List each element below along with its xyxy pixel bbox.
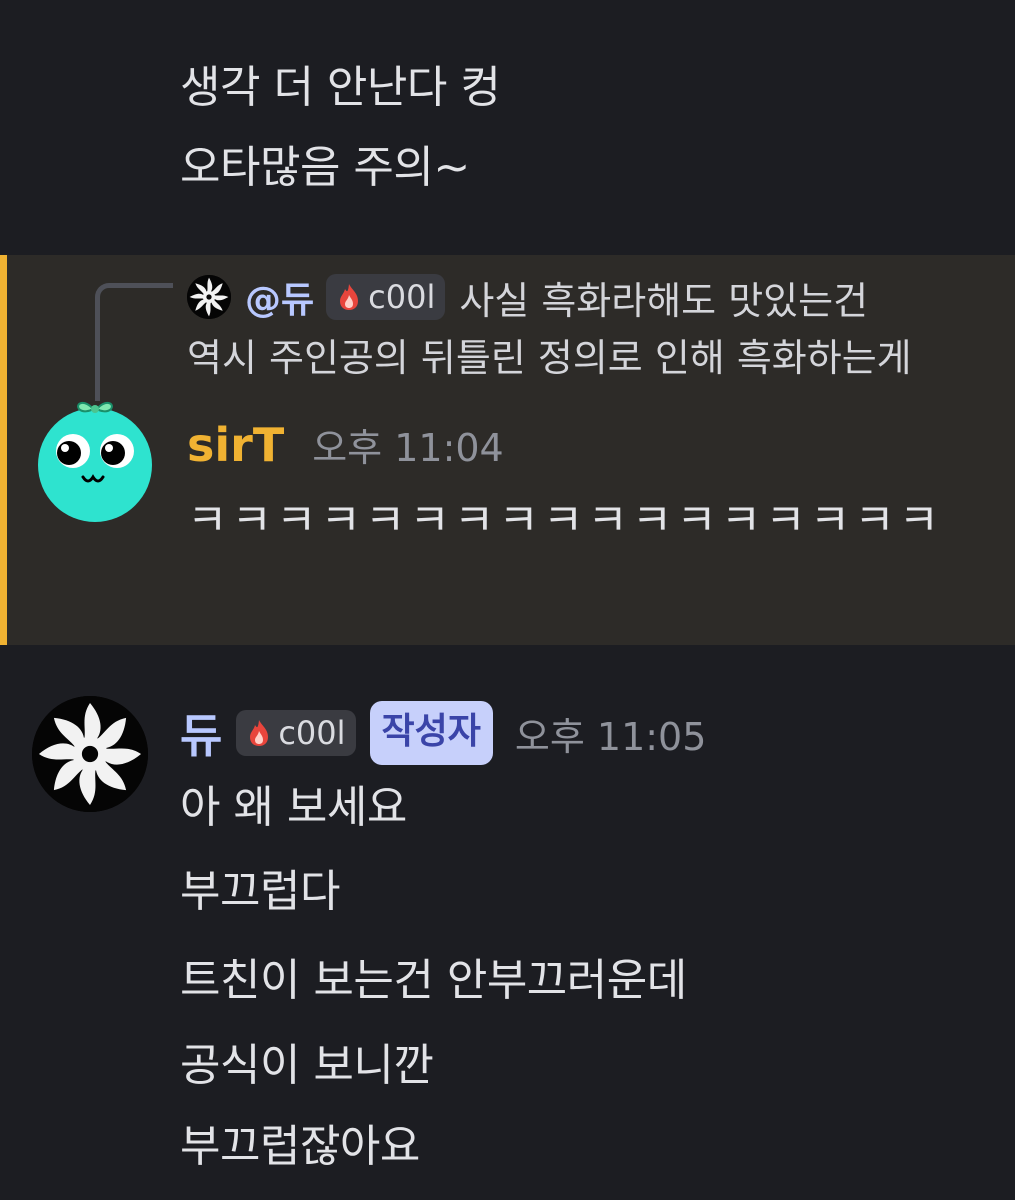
reply-author-name[interactable]: @듀 <box>245 271 314 323</box>
reply-text-continued[interactable]: 역시 주인공의 뒤틀린 정의로 인해 흑화하는게 <box>187 327 912 382</box>
message-line: 생각 더 안난다 컹 <box>180 62 501 113</box>
green-blob-avatar-icon <box>38 402 152 522</box>
continued-message: 생각 더 안난다 컹 오타많음 주의~ <box>180 48 501 208</box>
original-poster-badge: 작성자 <box>369 701 493 765</box>
sun-emblem-icon <box>32 696 148 812</box>
message-line: 부끄럽다 <box>180 866 340 917</box>
timestamp: 오후 11:04 <box>312 426 504 470</box>
author-name[interactable]: sirT <box>187 418 284 472</box>
tag-label: c00l <box>278 714 346 752</box>
author-name[interactable]: 듀 <box>180 700 222 766</box>
message-line: 트친이 보는건 안부끄러운데 <box>180 955 687 1006</box>
message-header: 듀 c00l 작성자 오후 11:05 <box>180 700 706 766</box>
reply-author-avatar[interactable] <box>187 275 231 319</box>
timestamp: 오후 11:05 <box>514 714 707 759</box>
mention-highlighted-message[interactable]: @듀 c00l 사실 흑화라해도 맛있는건 역시 주인공의 뒤틀린 정의로 인해… <box>0 255 1015 645</box>
flame-icon <box>250 720 269 746</box>
message-line: 오타많음 주의~ <box>180 142 470 193</box>
message-text: ㅋㅋㅋㅋㅋㅋㅋㅋㅋㅋㅋㅋㅋㅋㅋㅋㅋ <box>187 495 944 546</box>
flame-icon <box>340 284 359 310</box>
sun-emblem-icon <box>187 275 231 319</box>
reply-text[interactable]: 사실 흑화라해도 맛있는건 <box>459 270 868 325</box>
message-line: 아 왜 보세요 <box>180 782 407 833</box>
server-tag[interactable]: c00l <box>326 274 446 320</box>
message-header: sirT 오후 11:04 <box>187 417 504 472</box>
user-avatar[interactable] <box>35 393 155 523</box>
tag-label: c00l <box>368 278 436 316</box>
user-avatar[interactable] <box>32 696 148 812</box>
reply-preview[interactable]: @듀 c00l 사실 흑화라해도 맛있는건 <box>187 265 1007 329</box>
message-line: 부끄럽잖아요 <box>180 1121 420 1172</box>
message-line: 공식이 보니깐 <box>180 1040 434 1091</box>
reply-connector-line <box>95 283 173 401</box>
server-tag[interactable]: c00l <box>236 710 356 756</box>
message-body: 아 왜 보세요 부끄럽다 트친이 보는건 안부끄러운데 공식이 보니깐 부끄럽잖… <box>180 768 687 1188</box>
